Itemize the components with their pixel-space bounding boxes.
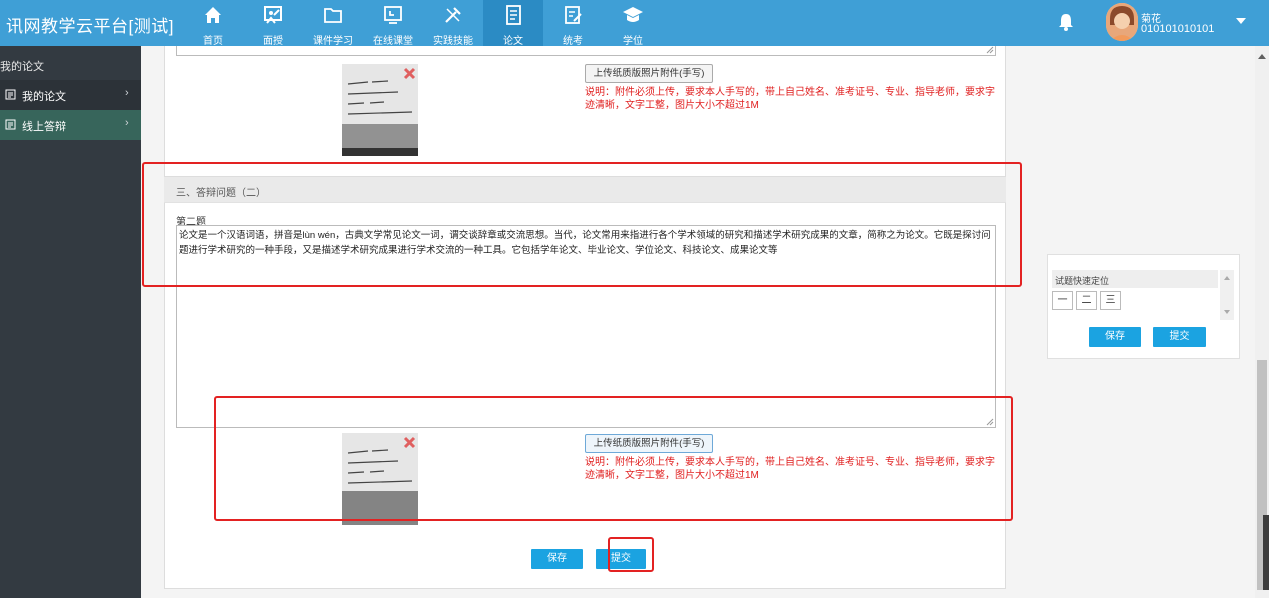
highlight-frame: [214, 396, 1013, 521]
nav-item-practice[interactable]: 实践技能: [423, 0, 483, 47]
document-icon: [5, 89, 16, 100]
nav-label: 课件学习: [313, 36, 353, 47]
chevron-right-icon: ›: [125, 117, 129, 129]
previous-answer-textarea[interactable]: [176, 46, 996, 56]
nav-label: 统考: [563, 36, 583, 47]
user-id: 010101010101: [1141, 23, 1215, 35]
quick-nav-scrollbar[interactable]: [1220, 270, 1234, 320]
sidebar-item-label: 我的论文: [22, 91, 66, 103]
quick-save-button[interactable]: 保存: [1089, 327, 1141, 347]
nav-label: 面授: [263, 36, 283, 47]
nav-item-exam[interactable]: 统考: [543, 0, 603, 47]
quick-submit-button[interactable]: 提交: [1153, 327, 1206, 347]
graduation-cap-icon: [623, 7, 643, 22]
nav-label: 首页: [203, 36, 223, 47]
quick-nav-title: 试题快速定位: [1055, 276, 1110, 286]
folder-icon: [324, 8, 342, 23]
nav-item-courseware[interactable]: 课件学习: [303, 0, 363, 47]
paper-icon: [506, 5, 521, 25]
nav-label: 在线课堂: [373, 36, 413, 47]
resize-grip-icon[interactable]: [986, 46, 994, 54]
nav-item-online-class[interactable]: 在线课堂: [363, 0, 423, 47]
quick-nav-box-2[interactable]: 二: [1076, 291, 1097, 310]
sidebar-item-label: 线上答辩: [22, 121, 66, 133]
nav-item-home[interactable]: 首页: [183, 0, 243, 47]
nav-label: 实践技能: [433, 36, 473, 47]
highlight-frame: [142, 162, 1022, 287]
app-title[interactable]: 讯网教学云平台[测试]: [6, 12, 174, 37]
close-icon[interactable]: [403, 67, 416, 80]
quick-nav-box-3[interactable]: 三: [1100, 291, 1121, 310]
user-menu-caret-icon[interactable]: [1236, 18, 1246, 24]
classroom-icon: [264, 6, 282, 24]
chevron-right-icon: ›: [125, 87, 129, 99]
nav-item-paper[interactable]: 论文: [483, 0, 543, 47]
sidebar: 我的论文 我的论文 › 线上答辩 ›: [0, 46, 141, 598]
tools-icon: [445, 7, 461, 23]
save-button[interactable]: 保存: [531, 549, 583, 569]
upload-photo-button[interactable]: 上传纸质版照片附件(手写): [585, 64, 713, 83]
main-nav: 首页 面授 课件学习 在线课堂 实践技能 论文 统考 学位: [183, 0, 663, 47]
quick-nav-box-1[interactable]: 一: [1052, 291, 1073, 310]
bell-icon[interactable]: [1056, 12, 1076, 32]
nav-label: 论文: [503, 36, 523, 47]
nav-label: 学位: [623, 36, 643, 47]
edge-widget: [1263, 515, 1269, 590]
scroll-up-icon[interactable]: [1258, 54, 1266, 59]
home-icon: [205, 7, 221, 23]
avatar[interactable]: [1106, 3, 1138, 41]
nav-item-degree[interactable]: 学位: [603, 0, 663, 47]
exam-icon: [565, 6, 582, 24]
sidebar-item-my-paper[interactable]: 我的论文 ›: [0, 80, 141, 110]
sidebar-item-online-defense[interactable]: 线上答辩 ›: [0, 110, 141, 140]
top-bar: 讯网教学云平台[测试] 首页 面授 课件学习 在线课堂 实践技能 论文 统考 学…: [0, 0, 1269, 47]
online-class-icon: [384, 6, 402, 24]
upload-note: 说明：附件必须上传，要求本人手写的，带上自己姓名、准考证号、专业、指导老师，要求…: [585, 87, 995, 111]
highlight-frame: [608, 537, 654, 572]
nav-item-classroom[interactable]: 面授: [243, 0, 303, 47]
document-icon: [5, 119, 16, 130]
sidebar-title: 我的论文: [0, 61, 44, 73]
